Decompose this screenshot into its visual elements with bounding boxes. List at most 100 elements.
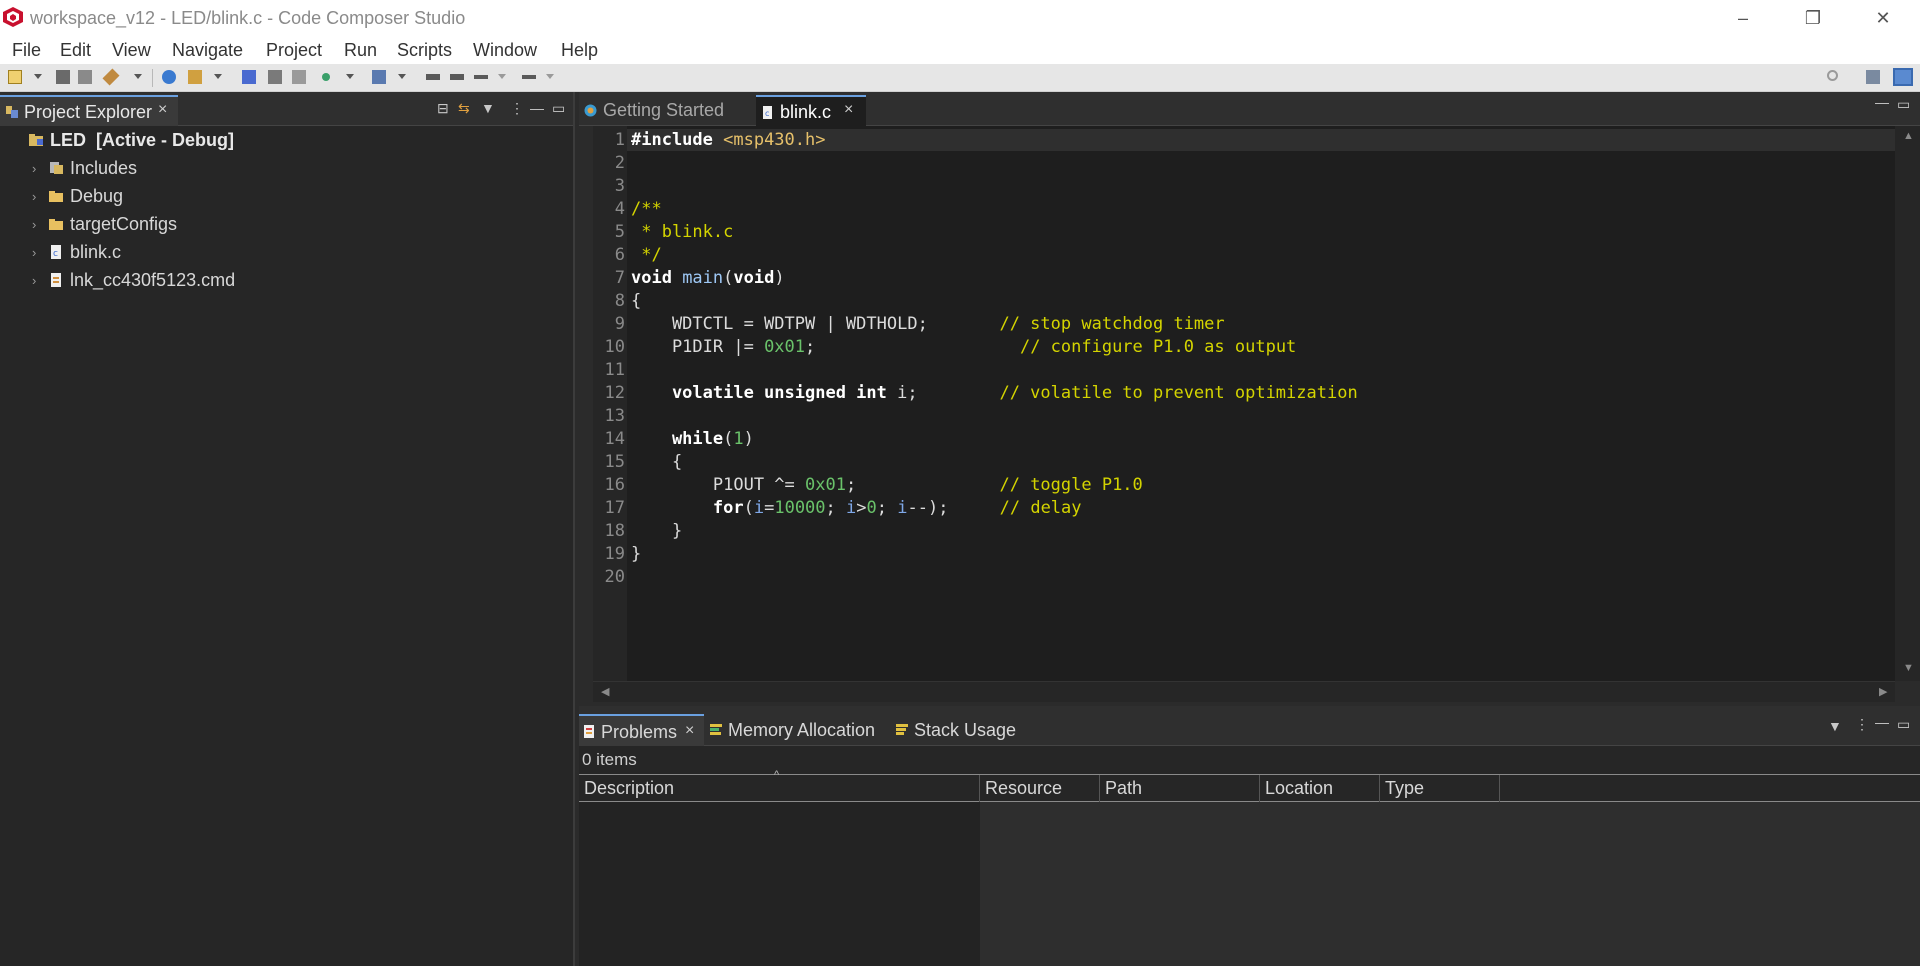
- c-file-icon: c: [51, 245, 61, 259]
- filter-icon[interactable]: ▼: [481, 100, 495, 116]
- tree-item-debug[interactable]: › Debug: [32, 183, 123, 209]
- build-dropdown-icon[interactable]: [134, 74, 142, 79]
- debug-icon[interactable]: [162, 70, 176, 84]
- ccs-logo-icon: [3, 7, 23, 27]
- line-number: 17: [604, 498, 625, 518]
- forward-dropdown-icon[interactable]: [546, 74, 554, 79]
- code-line: * blink.c: [631, 222, 733, 242]
- tree-item-targetconfigs[interactable]: › targetConfigs: [32, 211, 177, 237]
- tab-stack-usage[interactable]: Stack Usage: [892, 714, 1022, 746]
- chevron-right-icon[interactable]: ›: [32, 273, 48, 288]
- code-editor[interactable]: 1 2 3 4 5 6 7 8 9 10 11 12 13 14 15 16 17 18 19 20 #include…: [593, 126, 1895, 681]
- code-token: P1DIR |=: [631, 337, 765, 357]
- editor-icon[interactable]: [292, 70, 306, 84]
- column-header-location[interactable]: Location: [1260, 775, 1380, 802]
- tab-memory-allocation[interactable]: Memory Allocation: [706, 714, 886, 746]
- maximize-editor-icon[interactable]: ▭: [1897, 96, 1910, 113]
- code-token: i: [753, 498, 765, 518]
- open-file-icon[interactable]: [268, 70, 282, 84]
- menu-project[interactable]: Project: [266, 40, 322, 61]
- build-hammer-icon[interactable]: [102, 68, 120, 86]
- new-icon[interactable]: [8, 70, 22, 84]
- minimize-button[interactable]: –: [1720, 0, 1766, 36]
- back-icon[interactable]: [474, 75, 488, 79]
- table-body-area: [980, 802, 1920, 966]
- tab-getting-started[interactable]: Getting Started: [579, 95, 754, 126]
- horizontal-scrollbar[interactable]: ◀ ▶: [593, 681, 1895, 702]
- tab-problems[interactable]: Problems ×: [579, 714, 704, 746]
- tree-item-project-led[interactable]: LED [Active - Debug]: [28, 127, 234, 153]
- external-tools-dropdown-icon[interactable]: [398, 74, 406, 79]
- vertical-scrollbar[interactable]: ▲ ▼: [1895, 126, 1920, 681]
- flash-icon[interactable]: [188, 70, 202, 84]
- tree-item-includes[interactable]: › Includes: [32, 155, 137, 181]
- scroll-left-icon[interactable]: ◀: [601, 685, 609, 698]
- toolbar-separator: [152, 69, 153, 87]
- prev-annotation-icon[interactable]: [426, 74, 440, 80]
- chevron-right-icon[interactable]: ›: [32, 189, 48, 204]
- chevron-right-icon[interactable]: ›: [32, 245, 48, 260]
- column-header-path[interactable]: Path: [1100, 775, 1260, 802]
- tab-problems-label: Problems: [601, 722, 678, 742]
- code-line: volatile unsigned int i; // volatile to …: [631, 383, 1358, 403]
- menu-view[interactable]: View: [112, 40, 151, 61]
- svg-text:c: c: [53, 249, 58, 259]
- close-icon[interactable]: ×: [685, 722, 694, 740]
- back-dropdown-icon[interactable]: [498, 74, 506, 79]
- maximize-view-icon[interactable]: ▭: [1897, 716, 1910, 733]
- code-token: =: [764, 498, 775, 518]
- open-perspective-icon[interactable]: [1866, 70, 1880, 84]
- view-menu-icon[interactable]: ⋮: [510, 100, 524, 117]
- perspective-ccs-edit-icon[interactable]: [1893, 68, 1913, 86]
- close-icon[interactable]: ×: [844, 101, 853, 119]
- run-dropdown-icon[interactable]: [346, 74, 354, 79]
- tree-item-blink-c[interactable]: › c blink.c: [32, 239, 121, 265]
- menu-file[interactable]: File: [12, 40, 41, 61]
- link-with-editor-icon[interactable]: ⇆: [458, 100, 470, 117]
- external-tools-icon[interactable]: [372, 70, 386, 84]
- minimize-view-icon[interactable]: —: [1875, 714, 1889, 730]
- code-token: ;: [845, 475, 1000, 495]
- collapse-all-icon[interactable]: ⊟: [437, 100, 449, 117]
- restore-button[interactable]: ❐: [1790, 0, 1836, 36]
- menu-run[interactable]: Run: [344, 40, 377, 61]
- menu-edit[interactable]: Edit: [60, 40, 91, 61]
- tab-blink-c[interactable]: c blink.c ×: [756, 95, 866, 126]
- svg-text:c: c: [765, 109, 769, 118]
- save-icon[interactable]: [56, 70, 70, 84]
- view-menu-icon[interactable]: ⋮: [1855, 716, 1869, 733]
- new-dropdown-icon[interactable]: [34, 74, 42, 79]
- tab-project-explorer[interactable]: Project Explorer ×: [0, 95, 178, 126]
- filter-icon[interactable]: ▼: [1828, 718, 1842, 734]
- code-line: for(i=10000; i>0; i--); // delay: [631, 498, 1082, 518]
- menu-help[interactable]: Help: [561, 40, 598, 61]
- line-number: 1: [614, 130, 625, 150]
- minimize-editor-icon[interactable]: —: [1875, 94, 1889, 110]
- minimize-view-icon[interactable]: —: [530, 100, 544, 116]
- tree-item-linker-cmd[interactable]: › lnk_cc430f5123.cmd: [32, 267, 235, 293]
- problems-panel: Problems × Memory Allocation Stack Usage…: [579, 706, 1920, 966]
- menu-navigate[interactable]: Navigate: [172, 40, 243, 61]
- maximize-view-icon[interactable]: ▭: [552, 100, 565, 117]
- terminal-icon[interactable]: [242, 70, 256, 84]
- scroll-up-icon[interactable]: ▲: [1903, 130, 1914, 142]
- next-annotation-icon[interactable]: [450, 74, 464, 80]
- chevron-right-icon[interactable]: ›: [32, 217, 48, 232]
- code-token: 0x01: [805, 475, 846, 495]
- close-icon[interactable]: ×: [158, 101, 167, 119]
- close-window-button[interactable]: ✕: [1860, 0, 1906, 36]
- run-icon[interactable]: [322, 73, 330, 81]
- save-all-icon[interactable]: [78, 70, 92, 84]
- code-line: */: [631, 245, 661, 265]
- scroll-right-icon[interactable]: ▶: [1879, 685, 1887, 698]
- column-header-description[interactable]: Description: [579, 775, 980, 802]
- column-header-type[interactable]: Type: [1380, 775, 1500, 802]
- flash-dropdown-icon[interactable]: [214, 74, 222, 79]
- forward-icon[interactable]: [522, 75, 536, 79]
- search-icon[interactable]: [1827, 70, 1838, 81]
- menu-window[interactable]: Window: [473, 40, 537, 61]
- column-header-resource[interactable]: Resource: [980, 775, 1100, 802]
- chevron-right-icon[interactable]: ›: [32, 161, 48, 176]
- menu-scripts[interactable]: Scripts: [397, 40, 452, 61]
- scroll-down-icon[interactable]: ▼: [1903, 662, 1914, 674]
